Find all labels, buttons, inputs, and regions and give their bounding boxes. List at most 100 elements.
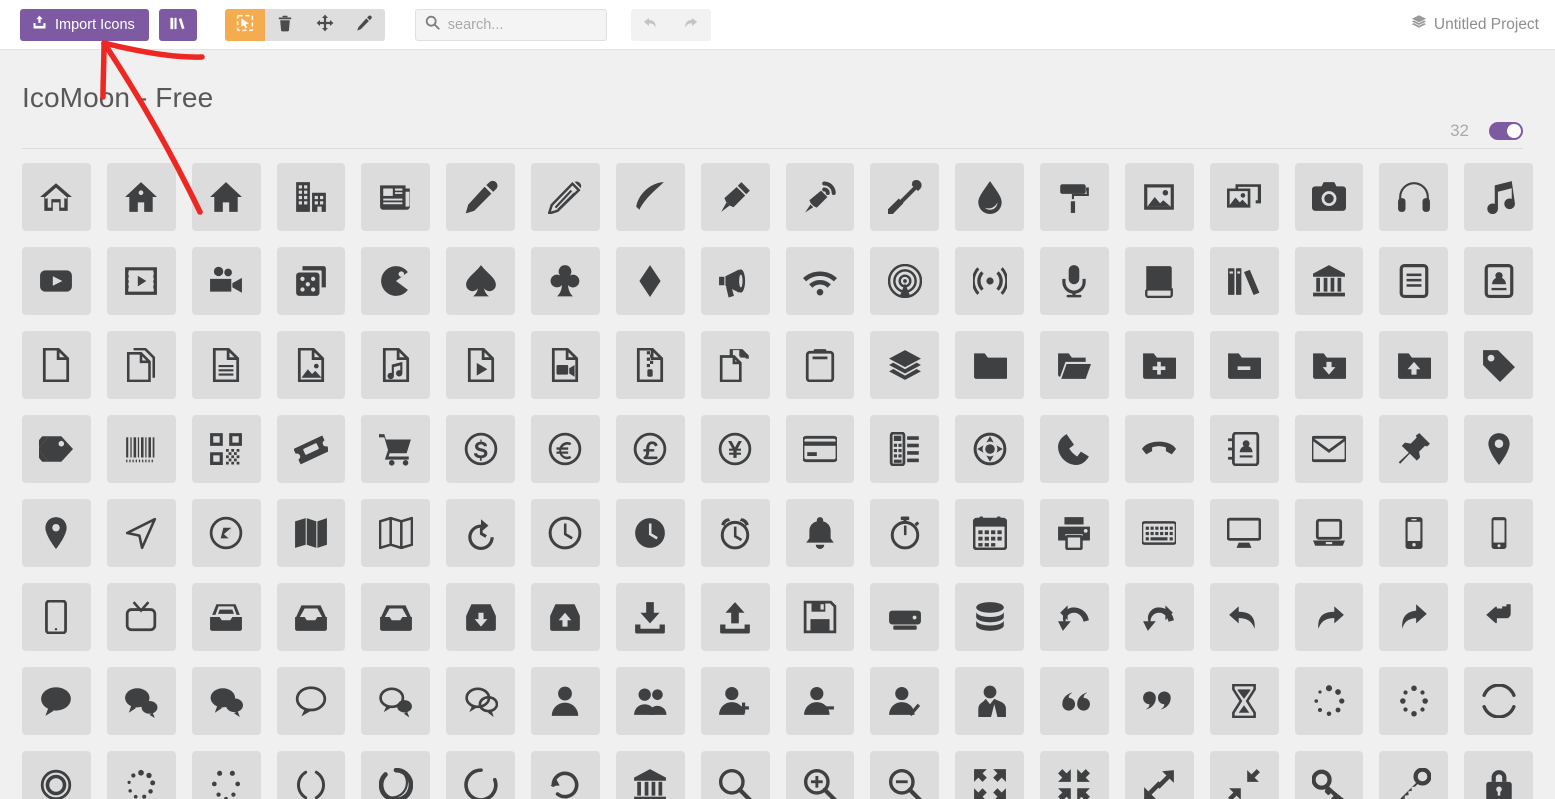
icon-tile-shrink[interactable] (1040, 751, 1109, 799)
project-selector[interactable]: Untitled Project (1411, 14, 1539, 35)
icon-tile-folder-open[interactable] (1040, 331, 1109, 399)
icon-tile-files-empty[interactable] (106, 331, 176, 399)
icon-tile-clubs[interactable] (531, 247, 600, 315)
icon-tile-blog[interactable] (785, 163, 855, 231)
icon-tile-user-tie[interactable] (955, 667, 1024, 735)
icon-tile-search[interactable] (700, 751, 770, 799)
icon-tile-spinner3[interactable] (1464, 667, 1533, 735)
icon-tile-calculator[interactable] (870, 415, 940, 483)
icon-tile-spinner5[interactable] (106, 751, 176, 799)
icon-tile-file-text[interactable] (1379, 247, 1449, 315)
icon-tile-bubbles[interactable] (106, 667, 176, 735)
icon-tile-user[interactable] (531, 667, 600, 735)
icon-tile-film[interactable] (106, 247, 176, 315)
icon-tile-coin-dollar[interactable] (446, 415, 515, 483)
icon-tile-connection[interactable] (785, 247, 855, 315)
icon-tile-box-add[interactable] (446, 583, 515, 651)
icon-tile-undo[interactable] (1040, 583, 1109, 651)
icon-tile-music[interactable] (1464, 163, 1533, 231)
icon-tile-library[interactable] (1294, 247, 1364, 315)
icon-tile-drawer3[interactable] (361, 583, 431, 651)
icon-tile-quotes-left[interactable] (1040, 667, 1109, 735)
icon-tile-folder-plus[interactable] (1124, 331, 1194, 399)
icon-tile-zoom-out[interactable] (870, 751, 940, 799)
set-visibility-toggle[interactable] (1489, 122, 1523, 140)
icon-tile-bubble2[interactable] (276, 667, 346, 735)
icon-tile-reply[interactable] (1464, 583, 1533, 651)
icon-tile-upload[interactable] (700, 583, 770, 651)
icon-tile-image[interactable] (1124, 163, 1194, 231)
icon-tile-key2[interactable] (1379, 751, 1449, 799)
icon-tile-ticket[interactable] (276, 415, 346, 483)
icon-tile-lifebuoy[interactable] (955, 415, 1024, 483)
icon-tile-spinner9[interactable] (446, 751, 515, 799)
icon-tile-copy[interactable] (700, 331, 770, 399)
icon-tile-headphones[interactable] (1379, 163, 1449, 231)
icon-tile-coin-yen[interactable] (700, 415, 770, 483)
icon-tile-folder-download[interactable] (1294, 331, 1364, 399)
icon-tile-books[interactable] (1209, 247, 1279, 315)
icon-library-button[interactable] (158, 8, 197, 41)
icon-tile-folder[interactable] (955, 331, 1024, 399)
icon-tile-file-video[interactable] (531, 331, 600, 399)
icon-tile-folder-upload[interactable] (1379, 331, 1449, 399)
icon-tile-compass[interactable] (106, 499, 176, 567)
icon-tile-spinner11[interactable] (615, 751, 685, 799)
icon-tile-file-music[interactable] (361, 331, 431, 399)
icon-tile-forward[interactable] (1379, 583, 1449, 651)
icon-tile-podcast[interactable] (870, 247, 940, 315)
icon-tile-paste[interactable] (785, 331, 855, 399)
icon-tile-printer[interactable] (1040, 499, 1109, 567)
icon-tile-drive[interactable] (870, 583, 940, 651)
select-tool[interactable] (224, 8, 265, 41)
icon-tile-download[interactable] (615, 583, 685, 651)
icon-tile-floppy-disk[interactable] (785, 583, 855, 651)
icon-tile-camera[interactable] (1294, 163, 1364, 231)
icon-tile-profile[interactable] (1464, 247, 1533, 315)
icon-tile-spinner8[interactable] (361, 751, 431, 799)
icon-tile-key[interactable] (1294, 751, 1364, 799)
icon-tile-database[interactable] (955, 583, 1024, 651)
icon-tile-bubbles2[interactable] (191, 667, 261, 735)
icon-tile-keyboard[interactable] (1124, 499, 1194, 567)
icon-tile-mobile[interactable] (1379, 499, 1449, 567)
icon-tile-pacman[interactable] (361, 247, 431, 315)
icon-tile-images[interactable] (1209, 163, 1279, 231)
icon-tile-enlarge2[interactable] (1124, 751, 1194, 799)
icon-tile-quotes-right[interactable] (1124, 667, 1194, 735)
icon-tile-paint-format[interactable] (1040, 163, 1109, 231)
icon-tile-bubbles3[interactable] (361, 667, 431, 735)
icon-tile-undo2[interactable] (1209, 583, 1279, 651)
icon-tile-history[interactable] (446, 499, 515, 567)
icon-tile-pen[interactable] (700, 163, 770, 231)
icon-tile-newspaper[interactable] (361, 163, 431, 231)
icon-tile-spinner4[interactable] (22, 751, 91, 799)
icon-tile-phone-hang-up[interactable] (1124, 415, 1194, 483)
icon-tile-zoom-in[interactable] (785, 751, 855, 799)
icon-tile-home[interactable] (22, 163, 91, 231)
icon-tile-compass2[interactable] (191, 499, 261, 567)
icon-tile-lock[interactable] (1464, 751, 1533, 799)
icon-tile-coin-pound[interactable] (615, 415, 685, 483)
icon-tile-qrcode[interactable] (191, 415, 261, 483)
icon-tile-eyedropper[interactable] (870, 163, 940, 231)
icon-tile-pencil2[interactable] (531, 163, 600, 231)
import-icons-button[interactable]: Import Icons (20, 8, 149, 41)
icon-tile-spinner7[interactable] (276, 751, 346, 799)
icon-tile-user-plus[interactable] (700, 667, 770, 735)
icon-tile-address-book[interactable] (1209, 415, 1279, 483)
search-input[interactable] (414, 8, 607, 41)
icon-tile-drawer2[interactable] (276, 583, 346, 651)
icon-tile-redo2[interactable] (1294, 583, 1364, 651)
icon-tile-drawer[interactable] (191, 583, 261, 651)
icon-tile-clock2[interactable] (615, 499, 685, 567)
icon-tile-mic[interactable] (1040, 247, 1109, 315)
icon-tile-spinner6[interactable] (191, 751, 261, 799)
icon-tile-user-minus[interactable] (785, 667, 855, 735)
icon-tile-redo[interactable] (1124, 583, 1194, 651)
icon-tile-coin-euro[interactable] (531, 415, 600, 483)
icon-tile-stopwatch[interactable] (870, 499, 940, 567)
search-box[interactable] (414, 8, 607, 41)
icon-tile-credit-card[interactable] (785, 415, 855, 483)
icon-tile-map[interactable] (276, 499, 346, 567)
